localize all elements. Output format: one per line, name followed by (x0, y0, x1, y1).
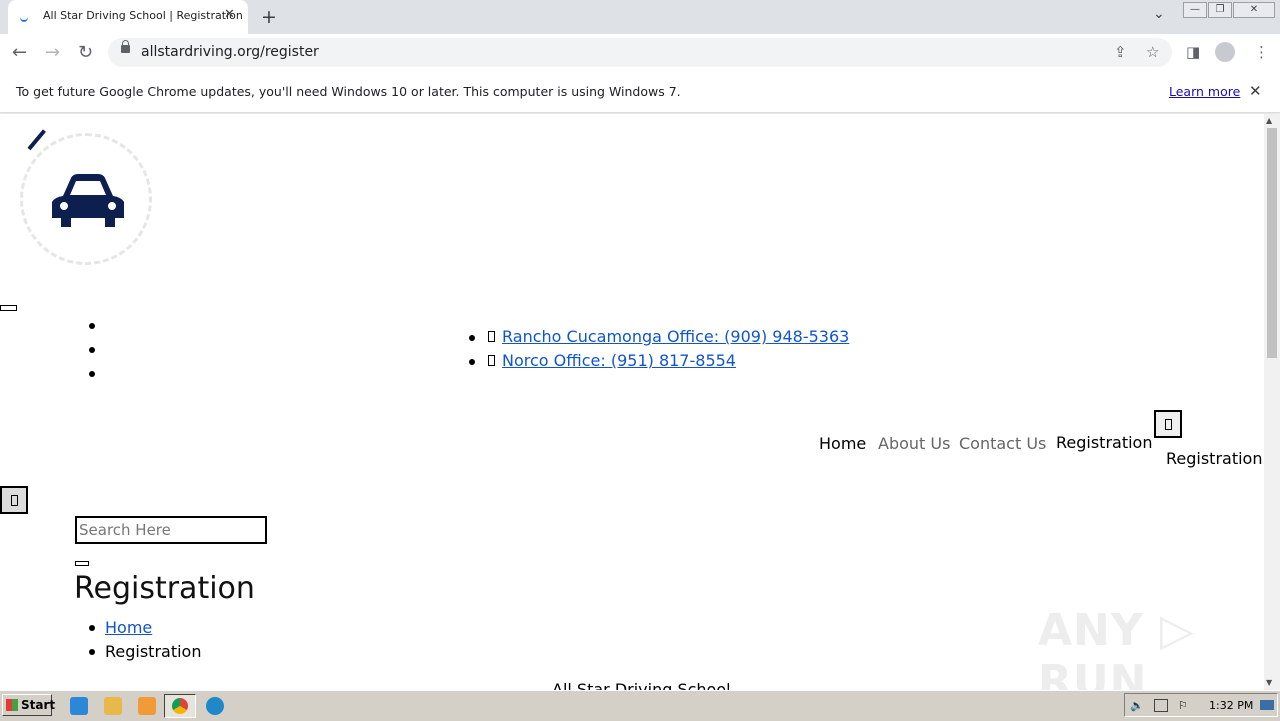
norco-office-phone-link[interactable]: Norco Office: (951) 817-8554 (502, 351, 736, 370)
car-icon (52, 174, 124, 227)
share-icon[interactable]: ⇪ (1114, 43, 1127, 61)
footer-site-name: All Star Driving School (552, 682, 731, 690)
network-icon[interactable] (1154, 699, 1168, 712)
media-player-icon[interactable] (138, 697, 156, 715)
search-submit-button[interactable] (75, 561, 89, 566)
nav-about-us[interactable]: About Us (878, 434, 950, 453)
lock-icon[interactable] (121, 40, 130, 53)
phone-icon (488, 331, 495, 342)
nav-registration[interactable]: Registration (1056, 433, 1152, 452)
scroll-up-icon[interactable]: ▲ (1266, 116, 1272, 125)
edge-icon[interactable] (206, 697, 224, 715)
learn-more-link[interactable]: Learn more (1169, 84, 1240, 99)
tab-title: All Star Driving School | Registration (43, 9, 243, 22)
forward-icon[interactable]: → (45, 42, 60, 63)
breadcrumb-home-link[interactable]: Home (105, 618, 152, 637)
empty-list-bullet (89, 323, 95, 329)
taskbar-clock[interactable]: 1:32 PM (1209, 699, 1253, 712)
breadcrumb-bullet (89, 625, 95, 631)
search-icon (10, 495, 18, 506)
infobar-close-icon[interactable]: ✕ (1249, 82, 1262, 100)
scroll-down-icon[interactable]: ▼ (1266, 678, 1272, 687)
windows-logo-icon (6, 699, 18, 711)
empty-list-bullet (89, 347, 95, 353)
url-text[interactable]: allstardriving.org/register (141, 44, 319, 60)
internet-explorer-icon[interactable] (70, 697, 88, 715)
profile-avatar[interactable] (1215, 42, 1235, 62)
page-title: Registration (74, 571, 255, 606)
side-panel-icon[interactable]: ◨ (1186, 43, 1200, 61)
list-bullet (469, 359, 475, 365)
show-desktop-icon[interactable] (1260, 700, 1274, 710)
scrollbar-thumb[interactable] (1267, 128, 1277, 358)
tab-close-icon[interactable]: ✕ (224, 7, 235, 22)
new-tab-button[interactable]: + (261, 6, 277, 28)
rancho-office-phone-link[interactable]: Rancho Cucamonga Office: (909) 948-5363 (502, 327, 849, 346)
nav-registration-extra[interactable]: Registration (1166, 449, 1262, 468)
footer-site-name-text: All Star Driving School (552, 682, 731, 690)
loading-spinner-icon (20, 12, 28, 22)
system-tray (1124, 693, 1278, 717)
search-input[interactable] (75, 516, 267, 544)
reload-icon[interactable]: ↻ (78, 42, 93, 63)
tab-search-icon[interactable]: ⌄ (1153, 6, 1165, 22)
search-toggle-button[interactable] (0, 486, 28, 514)
chrome-taskbar-button[interactable] (164, 694, 196, 718)
volume-icon[interactable]: 🔈 (1130, 699, 1144, 712)
action-center-flag-icon[interactable]: ⚐ (1178, 699, 1188, 712)
minimize-button[interactable]: — (1183, 2, 1207, 18)
phone-icon (488, 355, 495, 366)
restore-button[interactable]: ❐ (1208, 2, 1232, 18)
empty-list-bullet (89, 371, 95, 377)
nav-home[interactable]: Home (819, 434, 866, 453)
back-icon[interactable]: ← (12, 42, 27, 63)
infobar-message: To get future Google Chrome updates, you… (16, 84, 681, 99)
breadcrumb-current: Registration (105, 642, 202, 661)
window-close-button[interactable]: ✕ (1233, 2, 1275, 18)
bookmark-star-icon[interactable]: ☆ (1146, 43, 1159, 61)
list-bullet (469, 335, 475, 341)
chrome-icon (172, 698, 188, 714)
breadcrumb-bullet (89, 649, 95, 655)
box-icon (1164, 419, 1172, 430)
menu-toggle-button[interactable] (0, 305, 17, 311)
file-explorer-icon[interactable] (104, 697, 122, 715)
nav-contact-us[interactable]: Contact Us (959, 434, 1046, 453)
menu-icon[interactable]: ⋮ (1254, 43, 1269, 61)
nav-icon-button[interactable] (1154, 410, 1182, 438)
